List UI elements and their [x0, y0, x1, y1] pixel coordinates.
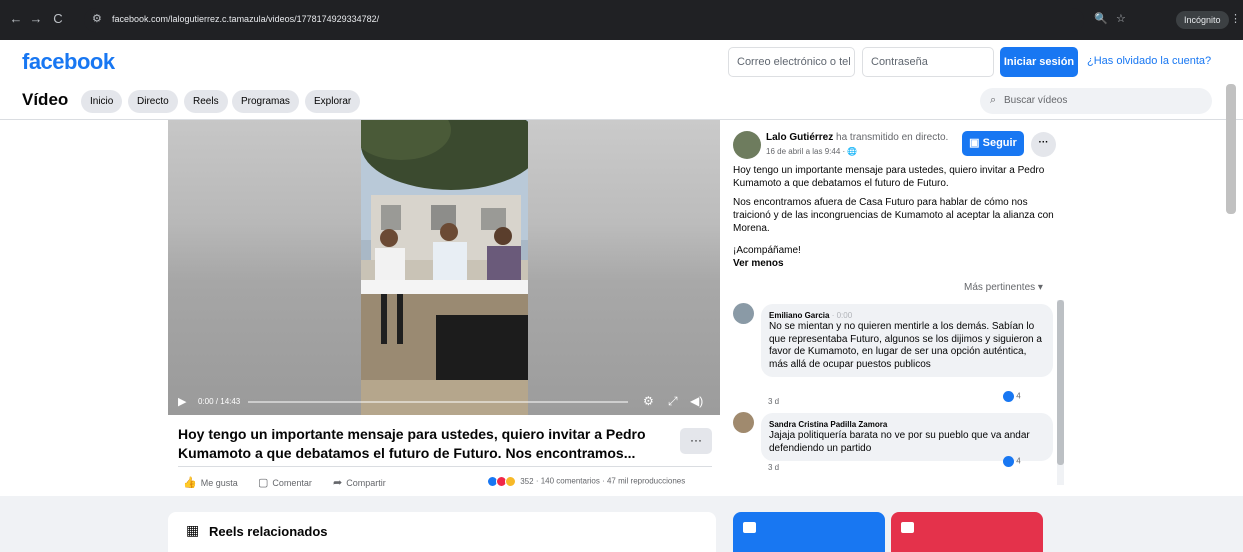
divider [178, 466, 712, 467]
video-search[interactable]: ⌕ Buscar vídeos [980, 88, 1212, 114]
thumbs-up-icon: 👍 [183, 477, 197, 489]
share-label: Compartir [346, 478, 386, 488]
commenter-avatar[interactable] [733, 412, 754, 433]
expand-icon[interactable]: ⤢ [668, 394, 678, 409]
follow-label: Seguir [982, 137, 1017, 149]
zoom-icon[interactable]: 🔍 [1094, 12, 1108, 25]
site-settings-icon[interactable]: ⚙ [92, 12, 102, 25]
settings-icon[interactable]: ⚙ [643, 394, 654, 408]
tab-explorar[interactable]: Explorar [305, 90, 361, 113]
incognito-badge[interactable]: Incógnito [1176, 11, 1229, 29]
comment-text: Jajaja politiquería barata no ve por su … [769, 430, 1030, 454]
reaction-count: 352 [520, 476, 534, 486]
play-icon[interactable]: ▶ [178, 395, 186, 408]
follow-icon: ▣ [969, 137, 983, 149]
live-video-icon [901, 522, 914, 533]
live-promo-card[interactable] [891, 512, 1043, 552]
author-name[interactable]: Lalo Gutiérrez [766, 132, 833, 143]
scrollbar-thumb[interactable] [1057, 300, 1064, 465]
forgot-account-link[interactable]: ¿Has olvidado la cuenta? [1087, 55, 1211, 67]
comment-text: No se mientan y no quieren mentirle a lo… [769, 321, 1042, 370]
comment-icon: ▢ [258, 477, 269, 489]
comment-label: Comentar [272, 478, 312, 488]
post-paragraph: Nos encontramos afuera de Casa Futuro pa… [733, 197, 1054, 234]
facebook-logo[interactable]: facebook [22, 49, 115, 75]
password-field[interactable]: Contraseña [862, 47, 994, 77]
like-count: 4 [1016, 456, 1021, 466]
reload-icon[interactable]: C [50, 10, 66, 28]
progress-bar[interactable] [248, 401, 628, 403]
video-blur-right [528, 120, 720, 415]
back-icon[interactable]: ← [8, 10, 24, 28]
facebook-header: facebook Correo electrónico o tel Contra… [0, 40, 1243, 84]
tab-reels[interactable]: Reels [184, 90, 228, 113]
comment-like-count[interactable]: 4 [1003, 456, 1021, 467]
url-text[interactable]: facebook.com/lalogutierrez.c.tamazula/vi… [112, 14, 379, 24]
comment-time[interactable]: 3 d [768, 397, 779, 406]
tab-directo[interactable]: Directo [128, 90, 178, 113]
reels-icon: ▦ [186, 522, 200, 538]
post-paragraph: Hoy tengo un importante mensaje para ust… [733, 165, 1045, 189]
comment-badge: · 0:00 [831, 311, 853, 320]
comment-button[interactable]: ▢ Comentar [258, 476, 312, 489]
email-field[interactable]: Correo electrónico o tel [728, 47, 855, 77]
video-promo-card[interactable] [733, 512, 885, 552]
haha-reaction-icon [505, 476, 516, 487]
video-player[interactable]: ▶ 0:00 / 14:43 ⚙ ⤢ ◀) [168, 120, 720, 415]
share-icon: ➦ [333, 477, 343, 489]
volume-icon[interactable]: ◀) [690, 394, 703, 408]
post-date[interactable]: 16 de abril a las 9:44 · 🌐 [766, 147, 857, 156]
commenter-avatar[interactable] [733, 303, 754, 324]
post-paragraph: ¡Acompáñame! [733, 245, 801, 256]
like-button[interactable]: 👍 Me gusta [183, 476, 238, 489]
video-blur-left [168, 120, 361, 415]
reactions-summary[interactable]: 352 · 140 comentarios · 47 mil reproducc… [487, 476, 685, 487]
comment-bubble: Sandra Cristina Padilla Zamora Jajaja po… [761, 413, 1053, 461]
video-nav-bar: Vídeo Inicio Directo Reels Programas Exp… [0, 84, 1243, 120]
post-options-button[interactable]: ··· [1031, 132, 1056, 157]
video-time: 0:00 / 14:43 [198, 397, 241, 406]
comment-sort-dropdown[interactable]: Más pertinentes ▾ [964, 282, 1043, 293]
commenter-name[interactable]: Emiliano Garcia [769, 311, 829, 320]
see-less-link[interactable]: Ver menos [733, 258, 784, 269]
comment-time[interactable]: 3 d [768, 463, 779, 472]
login-button[interactable]: Iniciar sesión [1000, 47, 1078, 77]
forward-icon[interactable]: → [28, 10, 44, 28]
comment-like-count[interactable]: 4 [1003, 391, 1021, 402]
post-author: Lalo Gutiérrez ha transmitido en directo… [766, 132, 948, 143]
commenter-name[interactable]: Sandra Cristina Padilla Zamora [769, 420, 887, 429]
like-reaction-icon [1003, 456, 1014, 467]
page-scrollbar[interactable] [1226, 84, 1236, 214]
search-icon: ⌕ [990, 94, 997, 106]
video-stats: · 140 comentarios · 47 mil reproduccione… [535, 476, 686, 486]
author-avatar[interactable] [733, 131, 761, 159]
share-button[interactable]: ➦ Compartir [333, 476, 386, 489]
video-search-input[interactable]: Buscar vídeos [1004, 95, 1067, 106]
player-controls: ▶ 0:00 / 14:43 ⚙ ⤢ ◀) [168, 389, 720, 415]
video-more-button[interactable]: ··· [680, 428, 712, 454]
follow-button[interactable]: ▣ Seguir [962, 131, 1024, 156]
like-reaction-icon [1003, 391, 1014, 402]
video-thumbnail-image [361, 120, 528, 415]
play-video-icon [743, 522, 756, 533]
post-action: ha transmitido en directo. [836, 132, 949, 143]
browser-menu-icon[interactable]: ⋮ [1230, 12, 1241, 25]
comments-scrollbar[interactable] [1057, 300, 1064, 485]
comment-bubble: Emiliano Garcia · 0:00 No se mientan y n… [761, 304, 1053, 377]
like-count: 4 [1016, 391, 1021, 401]
video-title: Hoy tengo un importante mensaje para ust… [178, 426, 646, 461]
browser-toolbar: ← → C ⚙ facebook.com/lalogutierrez.c.tam… [0, 0, 1243, 40]
related-reels-title: Reels relacionados [209, 524, 328, 539]
tab-inicio[interactable]: Inicio [81, 90, 123, 113]
like-label: Me gusta [200, 478, 238, 488]
tab-programas[interactable]: Programas [232, 90, 299, 113]
video-frame[interactable] [361, 120, 528, 415]
video-section-title: Vídeo [22, 90, 69, 109]
bookmark-star-icon[interactable]: ☆ [1116, 12, 1126, 25]
